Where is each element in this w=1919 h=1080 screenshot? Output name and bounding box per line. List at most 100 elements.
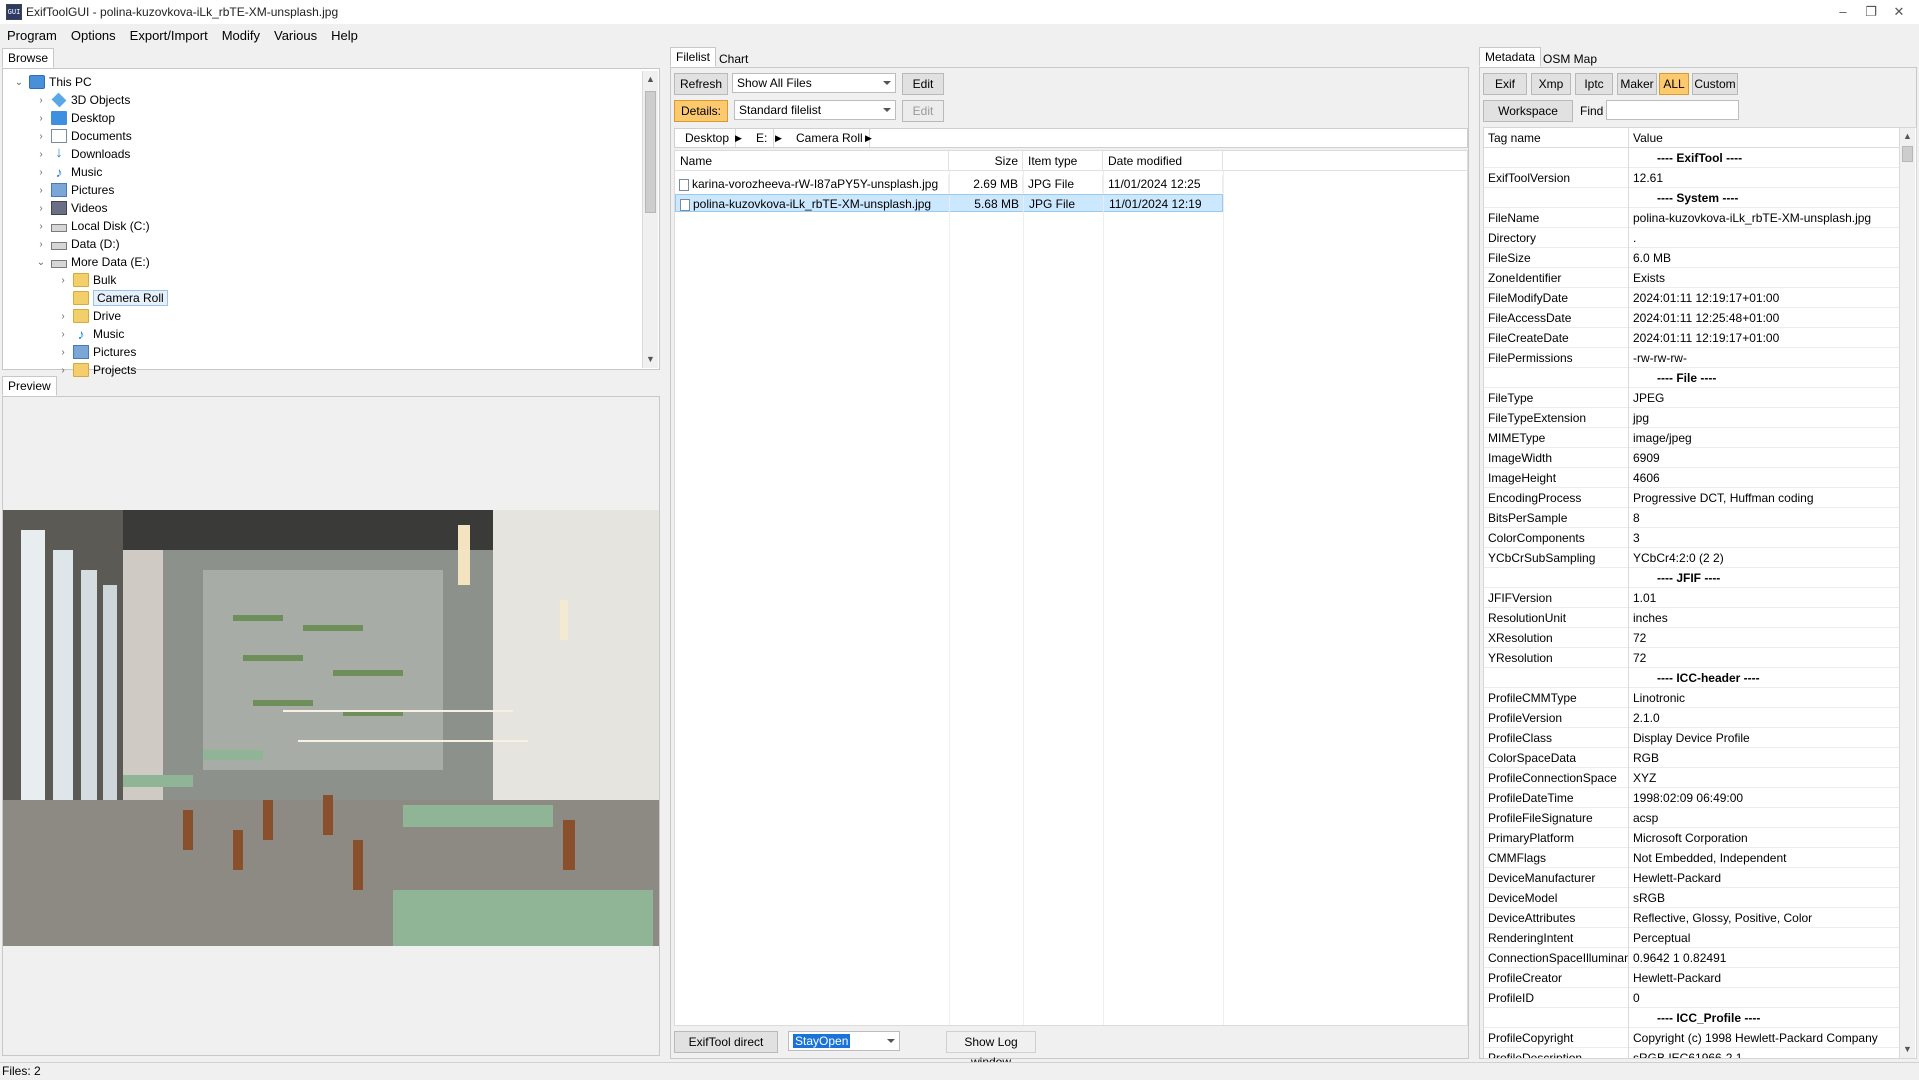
metadata-row[interactable]: JFIFVersion 1.01 [1484, 588, 1899, 608]
chevron-right-icon[interactable]: › [35, 113, 47, 124]
metadata-row[interactable]: ColorSpaceData RGB [1484, 748, 1899, 768]
menu-program[interactable]: Program [0, 26, 64, 46]
scroll-thumb[interactable] [645, 91, 656, 213]
tree-item[interactable]: › Desktop [35, 109, 115, 127]
menu-help[interactable]: Help [324, 26, 365, 46]
metadata-row[interactable]: ZoneIdentifier Exists [1484, 268, 1899, 288]
metadata-row[interactable]: ProfileCopyright Copyright (c) 1998 Hewle… [1484, 1028, 1899, 1048]
metadata-row[interactable]: DeviceModel sRGB [1484, 888, 1899, 908]
close-icon[interactable]: ✕ [1885, 2, 1913, 22]
breadcrumb-camera-roll[interactable]: Camera Roll [790, 129, 870, 147]
metadata-row[interactable]: YResolution 72 [1484, 648, 1899, 668]
chevron-right-icon[interactable]: › [35, 95, 47, 106]
tab-preview[interactable]: Preview [2, 376, 57, 396]
col-item-type[interactable]: Item type [1023, 151, 1103, 171]
tree-item[interactable]: Camera Roll [57, 289, 168, 307]
tree-item[interactable]: › ♪ Music [35, 163, 102, 181]
tab-osm-map[interactable]: OSM Map [1537, 49, 1604, 69]
metadata-row[interactable]: RenderingIntent Perceptual [1484, 928, 1899, 948]
metadata-row[interactable]: FilePermissions -rw-rw-rw- [1484, 348, 1899, 368]
tree-item[interactable]: › Data (D:) [35, 235, 119, 253]
metadata-row[interactable]: ProfileConnectionSpace XYZ [1484, 768, 1899, 788]
tree-item[interactable]: › Local Disk (C:) [35, 217, 149, 235]
metadata-row[interactable]: DeviceAttributes Reflective, Glossy, Posi… [1484, 908, 1899, 928]
col-name[interactable]: Name [675, 151, 949, 171]
chevron-right-icon[interactable]: › [35, 221, 47, 232]
metadata-row[interactable]: ProfileID 0 [1484, 988, 1899, 1008]
find-input[interactable] [1606, 100, 1739, 120]
metadata-row[interactable]: DeviceManufacturer Hewlett-Packard [1484, 868, 1899, 888]
tab-filelist[interactable]: Filelist [670, 47, 717, 67]
metadata-section-row[interactable]: ---- File ---- [1484, 368, 1899, 388]
metadata-section-row[interactable]: ---- JFIF ---- [1484, 568, 1899, 588]
metadata-row[interactable]: CMMFlags Not Embedded, Independent [1484, 848, 1899, 868]
tree-item[interactable]: › ♪ Music [57, 325, 124, 343]
metadata-row[interactable]: XResolution 72 [1484, 628, 1899, 648]
metadata-row[interactable]: MIMEType image/jpeg [1484, 428, 1899, 448]
details-select[interactable]: Standard filelist [734, 100, 896, 120]
tree-item[interactable]: › ↓ Downloads [35, 145, 130, 163]
metadata-row[interactable]: ProfileClass Display Device Profile [1484, 728, 1899, 748]
scroll-up-icon[interactable]: ▲ [643, 71, 658, 87]
metadata-row[interactable]: ImageWidth 6909 [1484, 448, 1899, 468]
metadata-row[interactable]: EncodingProcess Progressive DCT, Huffman … [1484, 488, 1899, 508]
metadata-section-row[interactable]: ---- ICC_Profile ---- [1484, 1008, 1899, 1028]
metadata-row[interactable]: YCbCrSubSampling YCbCr4:2:0 (2 2) [1484, 548, 1899, 568]
tree-item[interactable]: ⌄ More Data (E:) [35, 253, 150, 271]
tree-scrollbar[interactable]: ▲ ▼ [642, 71, 658, 368]
breadcrumb-arrow-icon[interactable]: ▶ [735, 129, 742, 147]
menu-various[interactable]: Various [267, 26, 324, 46]
metadata-row[interactable]: FileCreateDate 2024:01:11 12:19:17+01:00 [1484, 328, 1899, 348]
chevron-right-icon[interactable]: › [57, 311, 69, 322]
stayopen-select[interactable]: StayOpen [788, 1031, 900, 1051]
menu-options[interactable]: Options [64, 26, 123, 46]
folder-tree[interactable]: ⌄ This PC › 3D Objects › Desktop › Documents › ↓ D… [2, 68, 660, 377]
filter-all-button[interactable]: ALL [1659, 73, 1689, 95]
filter-xmp-button[interactable]: Xmp [1531, 73, 1571, 95]
metadata-row[interactable]: ProfileCreator Hewlett-Packard [1484, 968, 1899, 988]
scroll-thumb[interactable] [1902, 146, 1913, 162]
table-row-selected[interactable]: polina-kuzovkova-iLk_rbTE-XM-unsplash.jp… [675, 194, 1224, 213]
filter-select[interactable]: Show All Files [732, 73, 896, 93]
tree-item[interactable]: ⌄ This PC [13, 73, 92, 91]
menu-modify[interactable]: Modify [215, 26, 267, 46]
tree-item[interactable]: › 3D Objects [35, 91, 130, 109]
menu-export-import[interactable]: Export/Import [123, 26, 215, 46]
tree-item[interactable]: › Pictures [57, 343, 136, 361]
metadata-scrollbar[interactable]: ▲ ▼ [1899, 128, 1915, 1058]
chevron-right-icon[interactable]: › [57, 365, 69, 376]
tree-item[interactable]: › Pictures [35, 181, 114, 199]
chevron-right-icon[interactable]: › [35, 131, 47, 142]
tree-item[interactable]: › Drive [57, 307, 121, 325]
filter-exif-button[interactable]: Exif [1483, 73, 1527, 95]
exiftool-direct-button[interactable]: ExifTool direct [674, 1031, 778, 1053]
workspace-button[interactable]: Workspace [1483, 100, 1573, 122]
minimize-icon[interactable]: – [1829, 2, 1857, 22]
metadata-row[interactable]: ProfileFileSignature acsp [1484, 808, 1899, 828]
tab-chart[interactable]: Chart [713, 49, 755, 69]
metadata-row[interactable]: ColorComponents 3 [1484, 528, 1899, 548]
col-tag-name[interactable]: Tag name [1484, 128, 1629, 148]
filter-custom-button[interactable]: Custom [1692, 73, 1738, 95]
chevron-right-icon[interactable]: › [57, 329, 69, 340]
metadata-section-row[interactable]: ---- ExifTool ---- [1484, 148, 1899, 168]
chevron-down-icon[interactable]: ⌄ [13, 77, 25, 88]
edit-filter-button[interactable]: Edit [902, 73, 944, 95]
metadata-row[interactable]: ProfileCMMType Linotronic [1484, 688, 1899, 708]
metadata-row[interactable]: FileType JPEG [1484, 388, 1899, 408]
tree-item[interactable]: › Documents [35, 127, 132, 145]
scroll-up-icon[interactable]: ▲ [1900, 128, 1915, 144]
chevron-right-icon[interactable]: › [35, 239, 47, 250]
metadata-section-row[interactable]: ---- System ---- [1484, 188, 1899, 208]
metadata-row[interactable]: ResolutionUnit inches [1484, 608, 1899, 628]
chevron-right-icon[interactable]: › [35, 167, 47, 178]
breadcrumb-drive[interactable]: E: [750, 129, 775, 147]
scroll-down-icon[interactable]: ▼ [1900, 1041, 1915, 1057]
chevron-right-icon[interactable]: › [57, 347, 69, 358]
metadata-row[interactable]: FileTypeExtension jpg [1484, 408, 1899, 428]
metadata-row[interactable]: PrimaryPlatform Microsoft Corporation [1484, 828, 1899, 848]
table-row[interactable]: karina-vorozheeva-rW-I87aPY5Y-unsplash.j… [675, 175, 1223, 193]
col-date-modified[interactable]: Date modified [1103, 151, 1223, 171]
metadata-row[interactable]: ExifToolVersion 12.61 [1484, 168, 1899, 188]
chevron-down-icon[interactable]: ⌄ [35, 257, 47, 268]
